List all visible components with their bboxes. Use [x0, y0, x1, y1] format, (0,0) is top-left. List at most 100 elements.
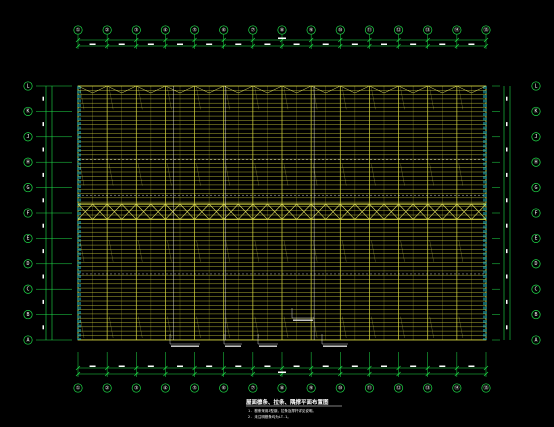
top-dimension-value-mark: [410, 43, 417, 45]
bottom-dimension-value-mark: [264, 365, 271, 367]
bottom-dimension-value-mark: [206, 365, 213, 367]
top-axis-bubble-label: ⑫: [396, 26, 401, 33]
bottom-axis-bubble-label: ⑩: [338, 385, 343, 391]
canvas-background: [0, 0, 554, 427]
right-dimension-value-mark: [506, 122, 508, 127]
top-axis-bubble-label: ⑭: [454, 26, 459, 33]
right-axis-bubble-label: D: [534, 261, 537, 267]
top-dimension-value-mark: [177, 43, 183, 45]
bottom-dimension-value-mark: [147, 365, 154, 367]
top-dimension-total-mark: [278, 37, 286, 39]
bottom-dimension-value-mark: [322, 365, 329, 367]
right-axis-bubble-label: J: [534, 134, 537, 140]
right-dimension-value-mark: [506, 96, 508, 101]
top-dimension-value-mark: [439, 43, 446, 45]
bottom-axis-bubble-label: ⑫: [396, 384, 401, 391]
bottom-dimension-value-mark: [381, 365, 387, 367]
right-dimension-value-mark: [506, 172, 508, 177]
bottom-axis-bubble-label: ①: [76, 385, 81, 391]
right-dimension-value-mark: [506, 147, 508, 152]
note-line-2: 2. 未注明檩条均为LT-1。: [248, 414, 291, 419]
bottom-axis-bubble-label: ③: [134, 385, 139, 391]
left-dimension-value-mark: [42, 274, 44, 279]
right-dimension-value-mark: [506, 299, 508, 304]
left-dimension-value-mark: [42, 172, 44, 177]
top-axis-bubble-label: ②: [105, 27, 110, 33]
left-axis-bubble-label: D: [26, 261, 29, 267]
leader-note-mark: [225, 345, 241, 347]
top-axis-bubble-label: ⑮: [483, 26, 488, 33]
left-dimension-value-mark: [42, 325, 44, 330]
top-dimension-value-mark: [351, 43, 358, 45]
left-axis-bubble-label: C: [26, 287, 29, 293]
right-axis-bubble-label: H: [534, 160, 537, 166]
top-dimension-value-mark: [206, 43, 213, 45]
top-dimension-value-mark: [293, 43, 300, 45]
right-axis-bubble-label: K: [534, 109, 537, 115]
bottom-axis-bubble-label: ⑥: [221, 385, 226, 391]
bottom-axis-bubble-label: ⑮: [483, 384, 488, 391]
left-dimension-value-mark: [42, 96, 44, 101]
bottom-axis-bubble-label: ⑬: [425, 384, 430, 391]
bottom-dimension-value-mark: [293, 365, 300, 367]
roof-purlin-layout-drawing: ① ② ③ ④ ⑤ ⑥ ⑦ ⑧ ⑨ ⑩ ⑪ ⑫ ⑬ ⑭ ⑮ ① ② ③ ④ ⑤ ⑥ ⑦ ⑧ ⑨ ⑩ ⑪ ⑫ ⑬ ⑭ ⑮ L K J H G F E D C B…: [0, 0, 554, 427]
top-dimension-value-mark: [468, 43, 475, 45]
bottom-axis-bubble-label: ⑦: [251, 385, 256, 391]
bottom-dimension-value-mark: [351, 365, 358, 367]
note-line-1: 1. 檩条采用Z型钢，拉条及撑杆详见说明。: [248, 408, 316, 413]
right-axis-bubble-label: A: [534, 337, 537, 343]
left-dimension-value-mark: [42, 198, 44, 203]
right-dimension-value-mark: [506, 325, 508, 330]
left-axis-bubble-label: K: [26, 109, 29, 115]
top-axis-bubble-label: ⑩: [338, 27, 343, 33]
right-axis-bubble-label: G: [534, 185, 537, 191]
left-axis-bubble-label: A: [26, 337, 29, 343]
drawing-title: 屋面檩条、拉条、隅撑平面布置图: [246, 398, 329, 406]
left-axis-bubble-label: L: [26, 83, 29, 89]
left-axis-bubble-label: B: [26, 312, 29, 318]
top-axis-bubble-label: ⑧: [280, 27, 285, 33]
bottom-dimension-value-mark: [89, 365, 96, 367]
top-axis-bubble-label: ①: [76, 27, 81, 33]
top-dimension-value-mark: [381, 43, 387, 45]
left-dimension-value-mark: [42, 223, 44, 228]
left-axis-bubble-label: F: [26, 210, 29, 216]
top-dimension-value-mark: [147, 43, 154, 45]
leader-note-mark: [323, 345, 347, 347]
left-dimension-value-mark: [42, 299, 44, 304]
top-dimension-value-mark: [235, 43, 242, 45]
bottom-dimension-value-mark: [468, 365, 475, 367]
top-axis-bubble-label: ⑤: [192, 27, 197, 33]
top-axis-bubble-label: ⑥: [221, 27, 226, 33]
right-axis-bubble-label: E: [534, 236, 537, 242]
leader-note-mark: [171, 345, 199, 347]
right-axis-bubble-label: B: [534, 312, 537, 318]
bottom-axis-bubble-label: ④: [163, 385, 168, 391]
top-dimension-value-mark: [264, 43, 271, 45]
left-axis-bubble-label: H: [26, 160, 29, 166]
top-axis-bubble-label: ⑬: [425, 26, 430, 33]
bottom-axis-bubble-label: ⑧: [280, 385, 285, 391]
top-dimension-value-mark: [89, 43, 96, 45]
right-axis-bubble-label: C: [534, 287, 537, 293]
bottom-dimension-value-mark: [235, 365, 242, 367]
left-dimension-value-mark: [42, 147, 44, 152]
right-dimension-value-mark: [506, 249, 508, 254]
bottom-dimension-value-mark: [410, 365, 417, 367]
bottom-dimension-value-mark: [439, 365, 446, 367]
left-axis-bubble-label: E: [26, 236, 29, 242]
top-dimension-value-mark: [118, 43, 125, 45]
right-dimension-value-mark: [506, 198, 508, 203]
bottom-axis-bubble-label: ⑤: [192, 385, 197, 391]
left-axis-bubble-label: J: [26, 134, 29, 140]
bottom-dimension-total-mark: [278, 371, 286, 373]
left-axis-bubble-label: G: [26, 185, 29, 191]
left-dimension-value-mark: [42, 249, 44, 254]
right-dimension-value-mark: [506, 223, 508, 228]
bottom-axis-bubble-label: ⑪: [367, 384, 372, 391]
top-axis-bubble-label: ⑪: [367, 26, 372, 33]
leader-note-mark: [293, 319, 313, 321]
top-axis-bubble-label: ③: [134, 27, 139, 33]
bottom-dimension-value-mark: [177, 365, 183, 367]
right-dimension-value-mark: [506, 274, 508, 279]
